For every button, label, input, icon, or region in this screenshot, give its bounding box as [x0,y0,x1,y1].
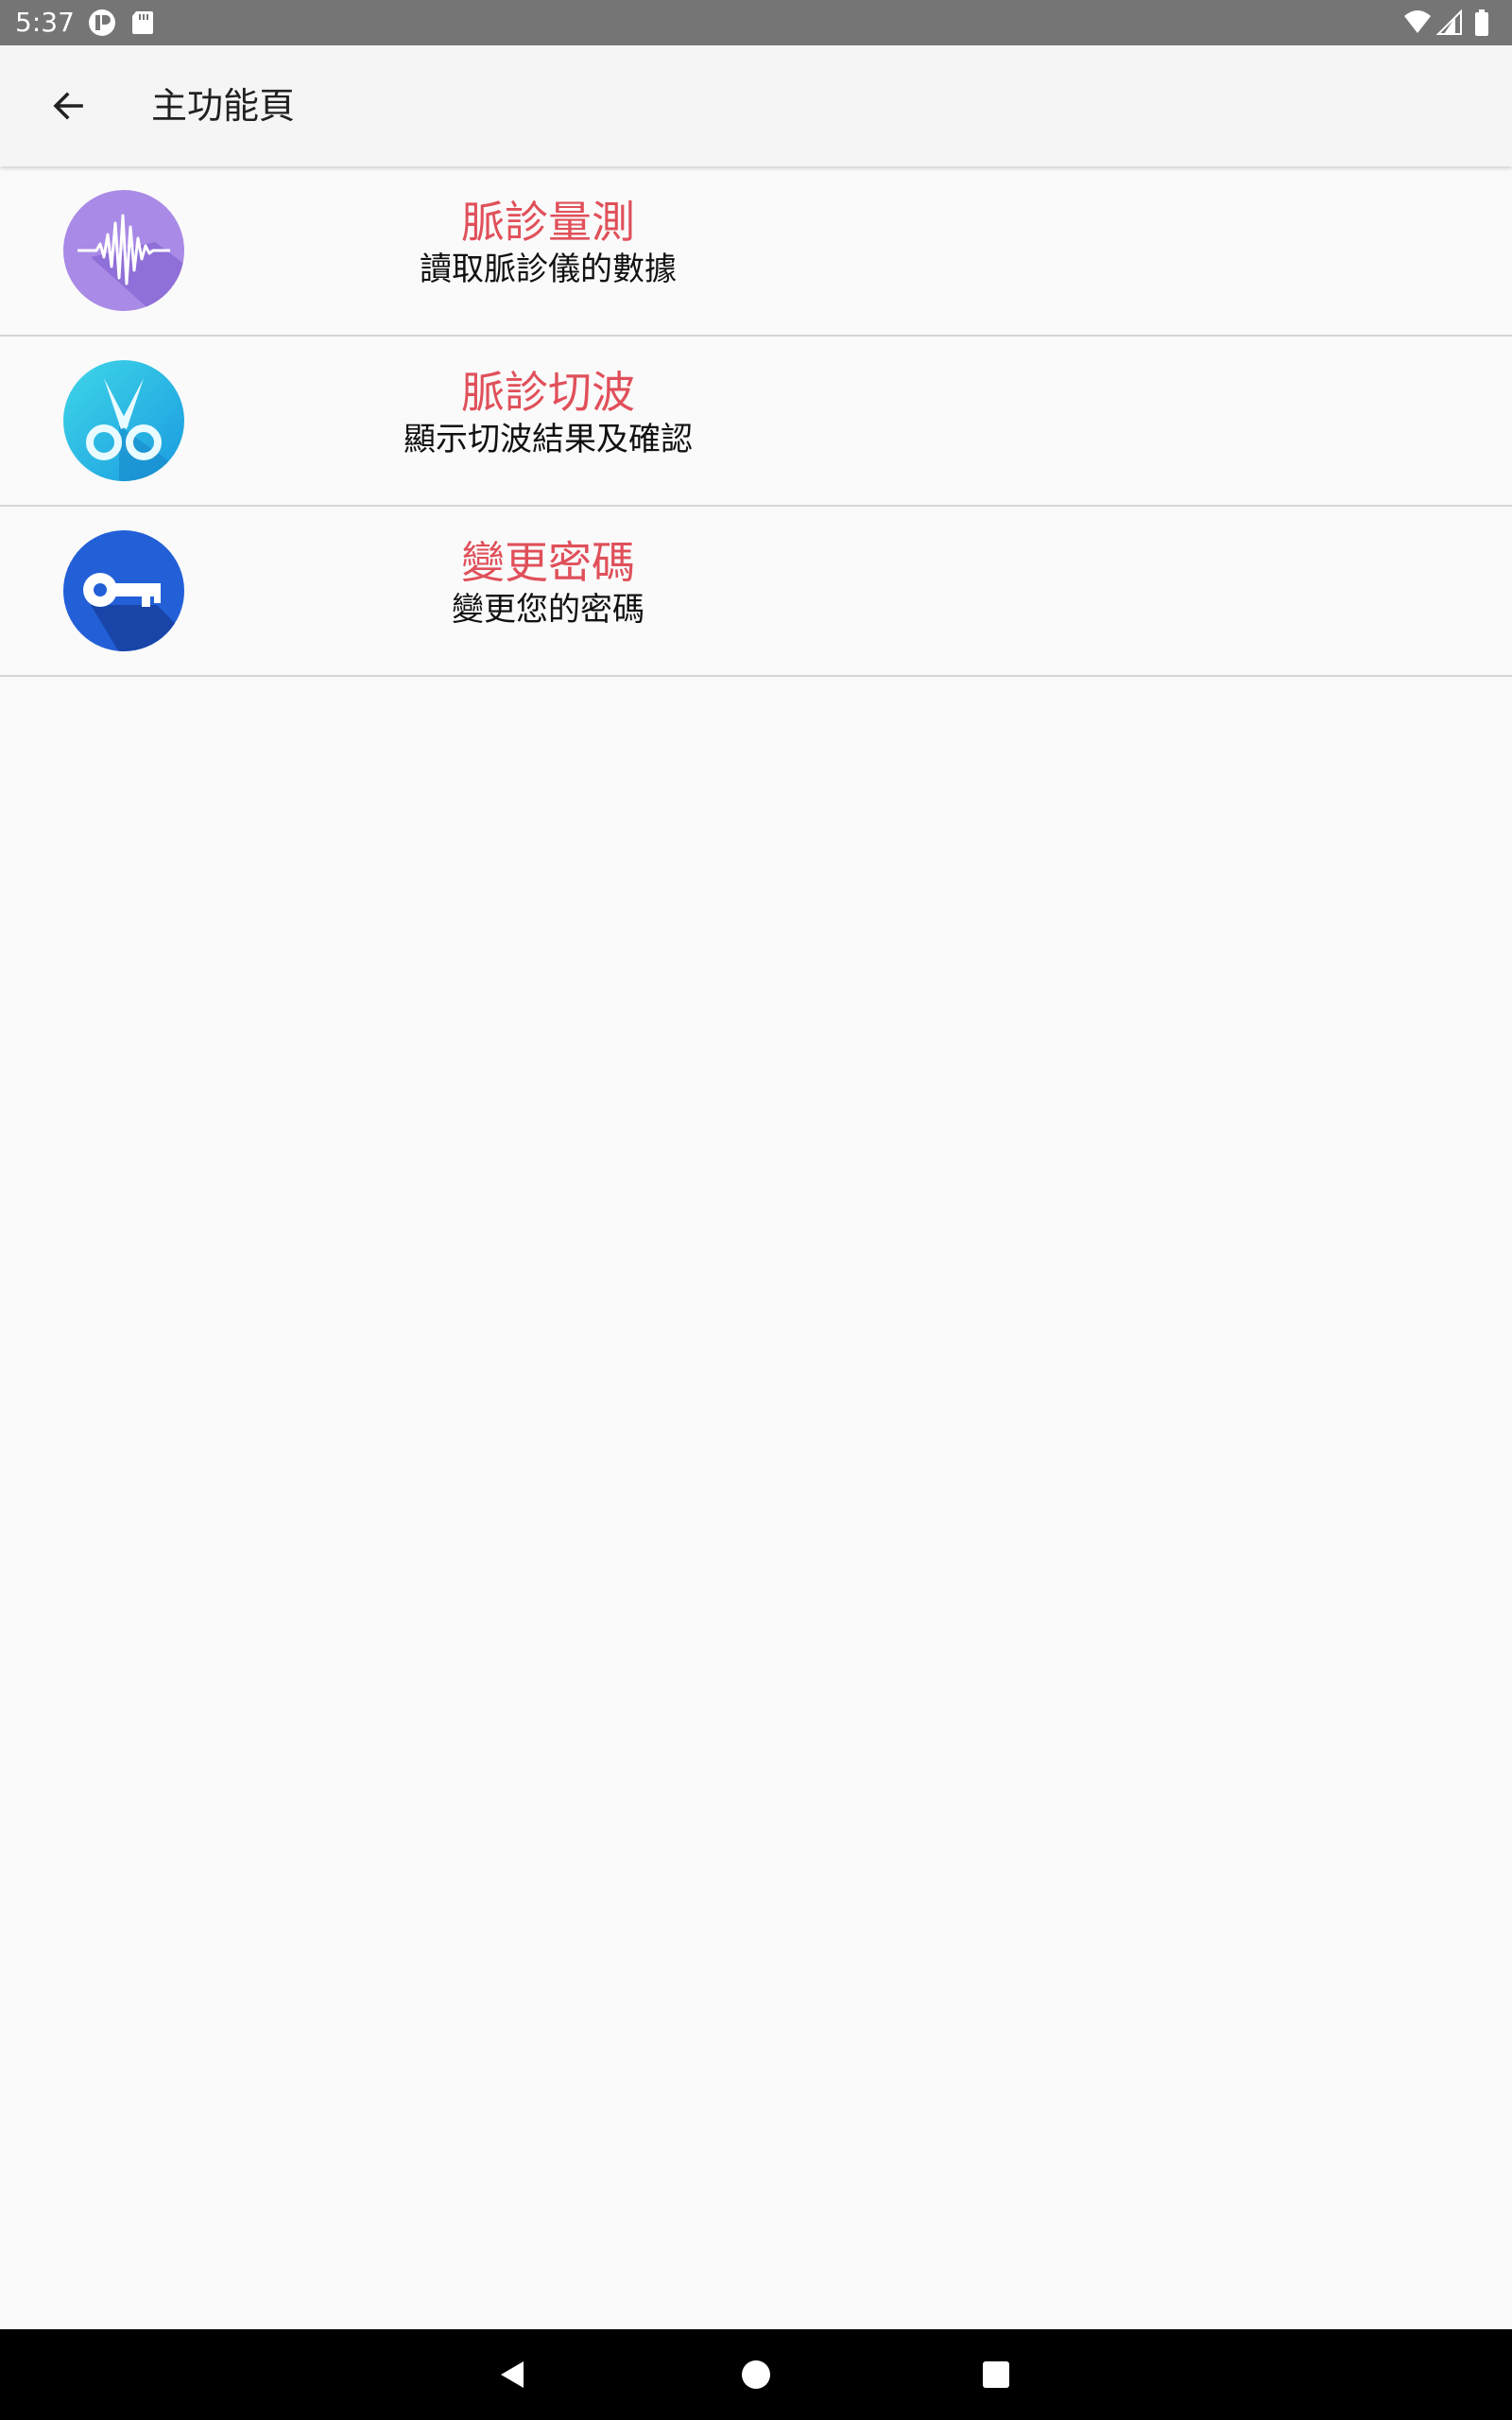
system-nav-bar [0,2329,1512,2420]
menu-item-text: 脈診切波 顯示切波結果及確認 [359,365,737,459]
nav-back-button[interactable] [484,2346,541,2403]
menu-item-subtitle: 讀取脈診儀的數據 [420,251,677,288]
status-time: 5:37 [15,7,75,38]
menu-item-text: 脈診量測 讀取脈診儀的數據 [359,195,737,289]
nav-recents-button[interactable] [968,2346,1024,2403]
menu-item-change-password[interactable]: 變更密碼 變更您的密碼 [0,507,1512,677]
status-right-icons [1402,8,1497,38]
arrow-left-icon [53,92,83,120]
menu-item-pulse-wave-cut[interactable]: 脈診切波 顯示切波結果及確認 [0,337,1512,507]
menu-item-title: 變更密碼 [461,537,635,588]
battery-icon [1475,9,1488,36]
wifi-icon [1404,10,1431,33]
scissors-icon [62,359,185,482]
recents-square-icon [983,2361,1009,2388]
page-title: 主功能頁 [151,85,296,127]
app-toolbar: 主功能頁 [0,45,1512,166]
menu-item-subtitle: 變更您的密碼 [452,591,644,629]
sd-card-icon [132,11,153,34]
menu-item-text: 變更密碼 變更您的密碼 [359,535,737,630]
back-button[interactable] [34,72,102,140]
home-circle-icon [742,2360,770,2389]
menu-item-pulse-measure[interactable]: 脈診量測 讀取脈診儀的數據 [0,166,1512,337]
key-icon [62,529,185,652]
menu-item-title: 脈診量測 [461,197,635,248]
menu-item-title: 脈診切波 [461,367,635,418]
menu-item-subtitle: 顯示切波結果及確認 [404,421,693,458]
waveform-icon [62,189,185,312]
nav-home-button[interactable] [728,2346,784,2403]
status-left-icons [87,8,163,38]
status-bar: 5:37 [0,0,1512,45]
main-menu-list: 脈診量測 讀取脈診儀的數據 脈診切波 顯示切波結果及確認 變更密碼 變更您的密碼 [0,166,1512,677]
cell-signal-icon [1435,9,1462,35]
back-triangle-icon [501,2361,524,2388]
notification-app-icon [89,9,115,36]
